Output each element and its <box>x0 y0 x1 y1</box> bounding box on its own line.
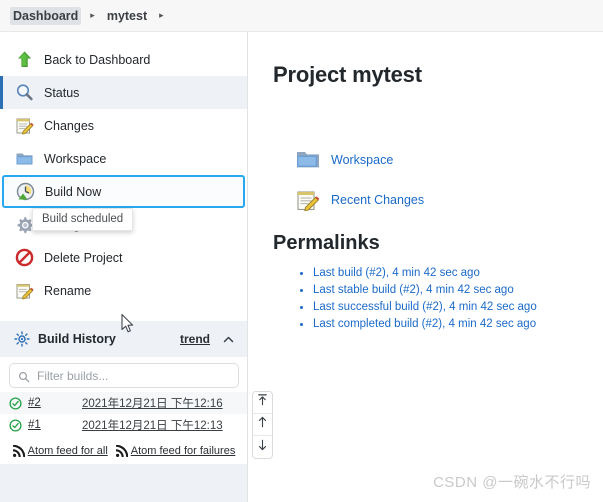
sidebar-item-label: Workspace <box>44 151 107 166</box>
sidebar-item-back-to-dashboard[interactable]: Back to Dashboard <box>0 43 247 76</box>
arrow-to-top-icon <box>256 393 269 412</box>
build-timestamp-link[interactable]: 2021年12月21日 下午12:16 <box>82 395 223 411</box>
notepad-pencil-icon <box>295 187 321 213</box>
build-history-row[interactable]: #2 2021年12月21日 下午12:16 <box>0 392 247 414</box>
chevron-up-icon[interactable] <box>222 333 235 346</box>
breadcrumb-item-mytest[interactable]: mytest <box>104 7 150 25</box>
up-arrow-icon <box>14 49 35 70</box>
build-history-header: Build History trend <box>0 321 247 357</box>
permalink-label: Last completed build (#2), 4 min 42 sec … <box>313 318 537 330</box>
sidebar-item-delete-project[interactable]: Delete Project <box>0 241 247 274</box>
arrow-down-icon <box>256 438 269 457</box>
page-title: Project mytest <box>273 62 422 87</box>
sidebar-footer-strip <box>0 464 247 502</box>
filter-builds-wrapper: Filter builds... <box>9 363 239 388</box>
sidebar-item-label: Status <box>44 85 80 100</box>
sidebar-item-build-now[interactable]: Build Now <box>2 175 245 208</box>
folder-icon <box>14 148 35 169</box>
build-clock-icon <box>15 181 36 202</box>
atom-feeds: Atom feed for all Atom feed for failures <box>0 438 247 464</box>
permalink-label: Last successful build (#2), 4 min 42 sec… <box>313 301 537 313</box>
build-history-title: Build History <box>38 332 116 346</box>
build-number-link[interactable]: #2 <box>28 397 82 409</box>
scroll-up-button[interactable] <box>253 414 272 436</box>
sidebar: Back to Dashboard Status Changes Workspa… <box>0 32 248 502</box>
breadcrumb-separator-icon-2: ▸ <box>159 10 164 20</box>
atom-feed-failures-label: Atom feed for failures <box>130 445 236 457</box>
build-number-link[interactable]: #1 <box>28 419 82 431</box>
sidebar-item-label: Delete Project <box>44 250 123 265</box>
sidebar-item-label: Back to Dashboard <box>44 52 151 67</box>
permalink-item[interactable]: Last stable build (#2), 4 min 42 sec ago <box>300 282 583 299</box>
permalink-item[interactable]: Last completed build (#2), 4 min 42 sec … <box>300 316 583 333</box>
permalinks-list: Last build (#2), 4 min 42 sec ago Last s… <box>273 265 583 333</box>
filter-builds-input[interactable]: Filter builds... <box>9 363 239 388</box>
rss-icon <box>12 444 25 458</box>
build-scheduled-tooltip: Build scheduled <box>32 208 134 231</box>
sidebar-item-status[interactable]: Status <box>0 76 247 109</box>
atom-feed-failures-link[interactable]: Atom feed for failures <box>115 444 236 458</box>
scroll-down-button[interactable] <box>253 436 272 458</box>
permalink-label: Last build (#2), 4 min 42 sec ago <box>313 267 480 279</box>
permalink-item[interactable]: Last successful build (#2), 4 min 42 sec… <box>300 299 583 316</box>
filter-builds-placeholder: Filter builds... <box>37 368 109 383</box>
rss-icon <box>115 444 129 458</box>
permalink-item[interactable]: Last build (#2), 4 min 42 sec ago <box>300 265 583 282</box>
breadcrumb-separator-icon: ▸ <box>90 10 95 20</box>
delete-icon <box>14 247 35 268</box>
notepad-pencil-icon <box>14 115 35 136</box>
sidebar-item-changes[interactable]: Changes <box>0 109 247 142</box>
success-check-icon <box>9 396 22 410</box>
build-timestamp-link[interactable]: 2021年12月21日 下午12:13 <box>82 417 223 433</box>
arrow-up-icon <box>256 415 269 434</box>
sidebar-item-workspace[interactable]: Workspace <box>0 142 247 175</box>
sidebar-item-label: Build Now <box>45 184 102 199</box>
build-trend-link[interactable]: trend <box>180 332 210 346</box>
breadcrumb-item-dashboard[interactable]: Dashboard <box>10 6 82 25</box>
build-history-row[interactable]: #1 2021年12月21日 下午12:13 <box>0 414 247 436</box>
build-history-scroll-controls <box>252 391 273 459</box>
success-check-icon <box>9 418 22 432</box>
atom-feed-all-link[interactable]: Atom feed for all <box>12 444 108 458</box>
main-link-label: Recent Changes <box>331 193 425 207</box>
search-icon <box>18 370 30 382</box>
atom-feed-all-label: Atom feed for all <box>27 445 108 457</box>
main-content: Project mytest Workspace Recent Changes … <box>249 32 603 502</box>
watermark: CSDN @一碗水不行吗 <box>433 474 591 491</box>
breadcrumb: Dashboard ▸ mytest ▸ <box>0 0 603 32</box>
main-link-label: Workspace <box>331 153 394 167</box>
main-link-workspace[interactable]: Workspace <box>273 144 583 176</box>
main-link-recent-changes[interactable]: Recent Changes <box>273 184 583 216</box>
scroll-to-top-button[interactable] <box>253 392 272 414</box>
folder-icon <box>295 147 321 173</box>
sun-icon <box>14 331 30 347</box>
sidebar-item-label: Changes <box>44 118 95 133</box>
sidebar-item-rename[interactable]: Rename <box>0 274 247 307</box>
jenkins-project-page: Dashboard ▸ mytest ▸ Back to Dashboard S… <box>0 0 603 502</box>
sidebar-item-label: Rename <box>44 283 92 298</box>
magnifier-icon <box>14 82 35 103</box>
permalink-label: Last stable build (#2), 4 min 42 sec ago <box>313 284 514 296</box>
permalinks-heading: Permalinks <box>273 232 380 254</box>
rename-icon <box>14 280 35 301</box>
